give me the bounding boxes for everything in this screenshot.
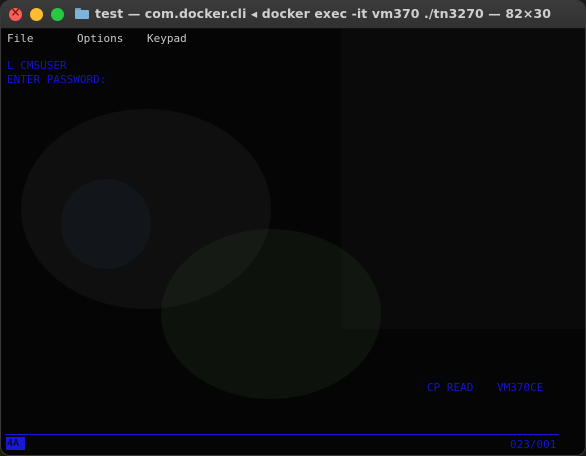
menu-file[interactable]: File xyxy=(7,32,77,45)
minimize-button[interactable] xyxy=(30,8,43,21)
login-command-line: L CMSUSER xyxy=(7,59,67,72)
terminal-screen[interactable]: File Options Keypad L CMSUSER ENTER PASS… xyxy=(1,29,585,455)
status-cp-read: CP READ xyxy=(427,381,474,394)
window-title: test — com.docker.cli ◂ docker exec -it … xyxy=(95,6,552,21)
wallpaper-shade xyxy=(161,229,381,399)
folder-icon xyxy=(75,8,89,19)
menu-keypad[interactable]: Keypad xyxy=(147,32,187,45)
status-system-name: VM370CE xyxy=(497,381,544,394)
oia-indicator: 4A xyxy=(6,437,25,450)
maximize-button[interactable] xyxy=(51,8,64,21)
cursor-position: 023/001 xyxy=(510,438,557,451)
password-prompt[interactable]: ENTER PASSWORD: xyxy=(7,73,106,86)
close-button[interactable] xyxy=(9,5,22,21)
oia-divider xyxy=(5,434,559,435)
title-bar[interactable]: test — com.docker.cli ◂ docker exec -it … xyxy=(1,1,585,29)
window-title-group: test — com.docker.cli ◂ docker exec -it … xyxy=(75,6,551,21)
wallpaper-shade xyxy=(61,179,151,269)
window-controls xyxy=(9,5,64,21)
wallpaper-shade xyxy=(341,29,585,329)
menu-options[interactable]: Options xyxy=(77,32,147,45)
terminal-window: test — com.docker.cli ◂ docker exec -it … xyxy=(0,0,586,456)
tn3270-menubar: File Options Keypad xyxy=(7,32,187,45)
